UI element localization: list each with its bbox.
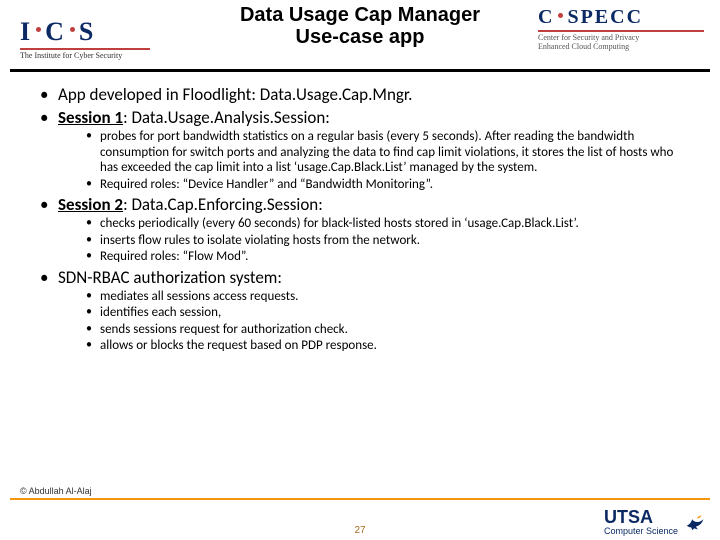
body-content: App developed in Floodlight: Data.Usage.… (0, 72, 720, 354)
footer: © Abdullah Al-Alaj 27 UTSA Computer Scie… (0, 498, 720, 540)
bullet-item: App developed in Floodlight: Data.Usage.… (40, 84, 680, 105)
sub-bullet-item: checks periodically (every 60 seconds) f… (86, 216, 680, 232)
logo-dot-icon (70, 27, 75, 32)
sub-bullet-item: Required roles: “Device Handler” and “Ba… (86, 177, 680, 193)
sub-bullet-list: probes for port bandwidth statistics on … (58, 129, 680, 192)
logo-dot-icon (558, 13, 563, 18)
sub-bullet-text: Required roles: “Device Handler” and “Ba… (100, 177, 433, 192)
slide-title: Data Usage Cap Manager Use-case app (240, 4, 480, 48)
bullet-list: App developed in Floodlight: Data.Usage.… (40, 84, 680, 354)
sub-bullet-item: mediates all sessions access requests. (86, 289, 680, 305)
bullet-prefix: Session 2 (58, 194, 123, 215)
sub-bullet-item: allows or blocks the request based on PD… (86, 338, 680, 354)
bullet-item: SDN-RBAC authorization system: mediates … (40, 267, 680, 354)
logo-cspecc-text: CSPECC (538, 6, 643, 29)
sub-bullet-item: probes for port bandwidth statistics on … (86, 129, 680, 176)
utsa-mark: UTSA (604, 507, 653, 527)
page-number: 27 (354, 525, 365, 536)
sub-bullet-item: Required roles: “Flow Mod”. (86, 249, 680, 265)
sub-bullet-text: Required roles: “Flow Mod”. (100, 249, 248, 264)
sub-bullet-text: probes for port bandwidth statistics on … (100, 129, 673, 175)
bullet-item: Session 2: Data.Cap.Enforcing.Session: c… (40, 194, 680, 265)
title-line1: Data Usage Cap Manager (240, 4, 480, 26)
slide: ICS The Institute for Cyber Security Dat… (0, 0, 720, 540)
sub-bullet-text: sends sessions request for authorization… (100, 322, 348, 337)
footer-rule (10, 498, 710, 500)
bullet-rest: : Data.Usage.Analysis.Session: (123, 107, 330, 128)
sub-bullet-item: sends sessions request for authorization… (86, 322, 680, 338)
logo-ics-text: ICS (20, 17, 95, 47)
logo-cspecc: CSPECC Center for Security and Privacy E… (538, 6, 706, 51)
sub-bullet-list: checks periodically (every 60 seconds) f… (58, 216, 680, 265)
logo-cspecc-subtitle1: Center for Security and Privacy (538, 33, 639, 42)
bullet-rest: : Data.Cap.Enforcing.Session: (123, 194, 323, 215)
logo-ics-rule (20, 48, 150, 50)
logo-ics-subtitle: The Institute for Cyber Security (20, 51, 122, 60)
bullet-item: Session 1: Data.Usage.Analysis.Session: … (40, 107, 680, 192)
sub-bullet-text: checks periodically (every 60 seconds) f… (100, 216, 579, 231)
logo-utsa: UTSA Computer Science (604, 507, 706, 536)
header-rule (10, 69, 710, 72)
header: ICS The Institute for Cyber Security Dat… (0, 0, 720, 72)
bullet-text: App developed in Floodlight: Data.Usage.… (58, 84, 412, 105)
sub-bullet-list: mediates all sessions access requests. i… (58, 289, 680, 354)
footer-author: © Abdullah Al-Alaj (20, 486, 92, 496)
sub-bullet-text: allows or blocks the request based on PD… (100, 338, 377, 353)
logo-dot-icon (36, 27, 41, 32)
sub-bullet-text: mediates all sessions access requests. (100, 289, 298, 304)
logo-cspecc-subtitle2: Enhanced Cloud Computing (538, 42, 629, 51)
title-line2: Use-case app (240, 26, 480, 48)
sub-bullet-item: inserts flow rules to isolate violating … (86, 233, 680, 249)
roadrunner-icon (684, 511, 706, 533)
utsa-sub: Computer Science (604, 526, 678, 536)
logo-cspecc-rule (538, 30, 704, 32)
utsa-text-block: UTSA Computer Science (604, 507, 678, 536)
sub-bullet-item: identifies each session, (86, 305, 680, 321)
logo-ics: ICS The Institute for Cyber Security (20, 17, 160, 60)
sub-bullet-text: identifies each session, (100, 305, 221, 320)
bullet-text: SDN-RBAC authorization system: (58, 267, 282, 288)
sub-bullet-text: inserts flow rules to isolate violating … (100, 233, 420, 248)
bullet-prefix: Session 1 (58, 107, 123, 128)
